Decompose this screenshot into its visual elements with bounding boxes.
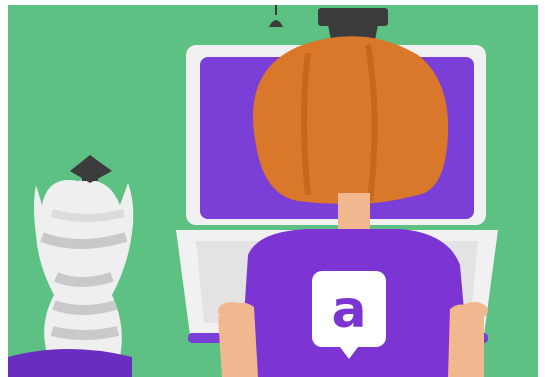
brand-badge-icon: a: [312, 271, 386, 359]
student-at-laptop-illustration: a: [8, 5, 538, 377]
badge-letter: a: [331, 280, 366, 340]
floor-cushion: [8, 349, 132, 377]
illustration-scene: a: [8, 5, 538, 377]
illustration-frame: a: [0, 0, 545, 377]
